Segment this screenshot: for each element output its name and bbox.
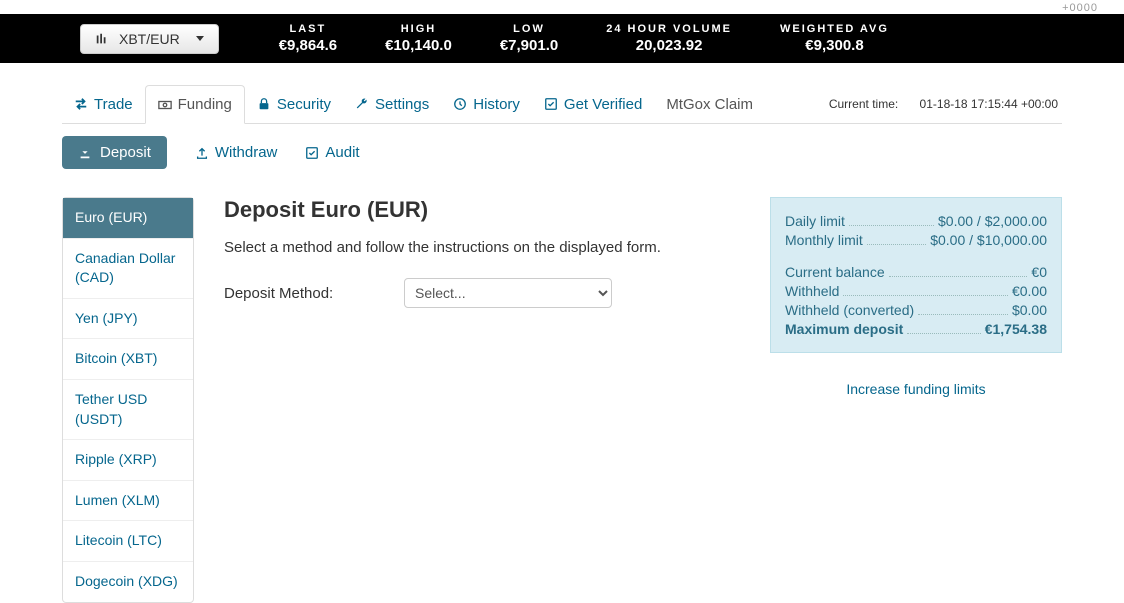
- cash-icon: [158, 98, 172, 112]
- limits-box: Daily limit$0.00 / $2,000.00 Monthly lim…: [770, 197, 1062, 353]
- balance-row: Current balance€0: [785, 264, 1047, 280]
- page-title: Deposit Euro (EUR): [224, 197, 740, 223]
- main-tabs: Trade Funding Security Settings History …: [62, 85, 1062, 124]
- subtab-withdraw[interactable]: Withdraw: [195, 144, 278, 161]
- offset-indicator: +0000: [0, 0, 1124, 14]
- limit-row: Monthly limit$0.00 / $10,000.00: [785, 232, 1047, 248]
- sidebar-item-ltc[interactable]: Litecoin (LTC): [63, 521, 193, 562]
- share-icon: [195, 146, 209, 160]
- tab-mtgox[interactable]: MtGox Claim: [654, 86, 765, 123]
- sidebar-item-xrp[interactable]: Ripple (XRP): [63, 440, 193, 481]
- clock-icon: [453, 97, 467, 111]
- stat-volume: 24 HOUR VOLUME 20,023.92: [606, 23, 732, 54]
- download-icon: [78, 146, 92, 160]
- sidebar-item-xbt[interactable]: Bitcoin (XBT): [63, 339, 193, 380]
- main-panel: Deposit Euro (EUR) Select a method and f…: [224, 197, 740, 603]
- currency-sidebar: Euro (EUR) Canadian Dollar (CAD) Yen (JP…: [62, 197, 194, 603]
- lock-icon: [257, 97, 271, 111]
- subtab-deposit[interactable]: Deposit: [62, 136, 167, 169]
- stat-high: HIGH €10,140.0: [385, 23, 452, 54]
- instructions: Select a method and follow the instructi…: [224, 239, 740, 256]
- tab-settings[interactable]: Settings: [343, 86, 441, 123]
- stats-row: LAST €9,864.6 HIGH €10,140.0 LOW €7,901.…: [279, 23, 889, 54]
- stat-last: LAST €9,864.6: [279, 23, 337, 54]
- funding-subtabs: Deposit Withdraw Audit: [62, 136, 1062, 169]
- tab-history[interactable]: History: [441, 86, 532, 123]
- increase-limits-link[interactable]: Increase funding limits: [770, 381, 1062, 397]
- balance-row: Withheld (converted)$0.00: [785, 302, 1047, 318]
- sidebar-item-usdt[interactable]: Tether USD (USDT): [63, 380, 193, 440]
- caret-down-icon: [196, 36, 204, 41]
- max-deposit-row: Maximum deposit€1,754.38: [785, 321, 1047, 337]
- tab-get-verified[interactable]: Get Verified: [532, 86, 654, 123]
- limits-panel: Daily limit$0.00 / $2,000.00 Monthly lim…: [770, 197, 1062, 603]
- balance-row: Withheld€0.00: [785, 283, 1047, 299]
- tab-funding[interactable]: Funding: [145, 85, 245, 124]
- wrench-icon: [355, 97, 369, 111]
- pair-label: XBT/EUR: [119, 31, 180, 47]
- check-box-icon: [544, 97, 558, 111]
- sidebar-item-cad[interactable]: Canadian Dollar (CAD): [63, 239, 193, 299]
- tab-security[interactable]: Security: [245, 86, 343, 123]
- sidebar-item-xdg[interactable]: Dogecoin (XDG): [63, 562, 193, 602]
- stat-low: LOW €7,901.0: [500, 23, 558, 54]
- sidebar-item-eur[interactable]: Euro (EUR): [63, 198, 193, 239]
- limit-row: Daily limit$0.00 / $2,000.00: [785, 213, 1047, 229]
- check-box-icon: [305, 146, 319, 160]
- sidebar-item-jpy[interactable]: Yen (JPY): [63, 299, 193, 340]
- sidebar-item-xlm[interactable]: Lumen (XLM): [63, 481, 193, 522]
- pair-selector[interactable]: XBT/EUR: [80, 24, 219, 54]
- current-time: Current time: 01-18-18 17:15:44 +00:00: [829, 97, 1062, 111]
- transfer-icon: [74, 97, 88, 111]
- method-label: Deposit Method:: [224, 285, 384, 302]
- bars-icon: [95, 32, 109, 46]
- subtab-audit[interactable]: Audit: [305, 144, 359, 161]
- deposit-method-select[interactable]: Select...: [404, 278, 612, 308]
- ticker-bar: XBT/EUR LAST €9,864.6 HIGH €10,140.0 LOW…: [0, 14, 1124, 63]
- tab-trade[interactable]: Trade: [62, 86, 145, 123]
- stat-weighted-avg: WEIGHTED AVG €9,300.8: [780, 23, 889, 54]
